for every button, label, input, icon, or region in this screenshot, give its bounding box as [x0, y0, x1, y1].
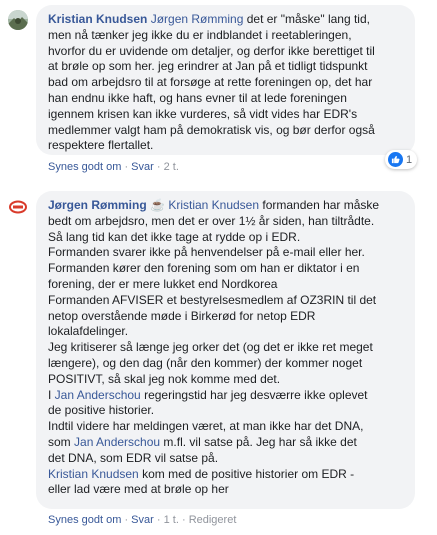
- separator: ·: [181, 514, 186, 526]
- comment-text: det er "måske" lang tid,: [243, 12, 370, 26]
- mention-link[interactable]: Kristian Knudsen: [48, 467, 139, 481]
- comment-line: eller lad være med at brøle op her: [48, 482, 229, 497]
- comment-line: bad om arbejdsro til at forsøge at rette…: [48, 75, 373, 90]
- like-link[interactable]: Synes godt om: [48, 514, 121, 526]
- comment-text: formanden har måske: [259, 198, 380, 212]
- separator: ·: [124, 161, 129, 173]
- comment-line: igennem krisen kan ikke vurderes, så vid…: [48, 106, 358, 121]
- comment-line: det DNA, som EDR vil satse på.: [48, 450, 219, 465]
- comment-line: de positive historier.: [48, 403, 155, 418]
- edited-label: Redigeret: [188, 514, 237, 526]
- comment-line: respektere flertallet.: [48, 138, 154, 153]
- comment-line: medlemmer valgt ham på demokratisk vis, …: [48, 122, 375, 137]
- coffee-emoji-icon: ☕: [150, 198, 165, 212]
- comment-line: Formanden kører den forening som om han …: [48, 261, 360, 276]
- avatar[interactable]: [8, 197, 28, 217]
- mention-link[interactable]: Kristian Knudsen: [168, 198, 259, 212]
- separator: ·: [156, 161, 161, 173]
- comment-line: POSITIVT, så skal jeg nok komme med det.: [48, 371, 281, 386]
- comment-actions: Synes godt om · Svar · 2 t.: [48, 161, 179, 173]
- author-name[interactable]: Jørgen Rømming: [48, 198, 147, 212]
- comment-text: som: [48, 434, 75, 449]
- mention-link[interactable]: Jørgen Rømming: [151, 12, 244, 26]
- reply-link[interactable]: Svar: [131, 161, 154, 173]
- timestamp[interactable]: 2 t.: [164, 161, 179, 173]
- comment-line: Jeg kritiserer så længe jeg orker det (o…: [48, 340, 373, 355]
- mention-link[interactable]: Jan Anderschou: [74, 435, 160, 449]
- comment-line: netop overstående møde i Birkerød for ne…: [48, 308, 316, 323]
- like-icon: [388, 152, 403, 167]
- comment-line: lokalafdelinger.: [48, 324, 129, 339]
- comment-bubble: Jørgen Rømming ☕ Kristian Knudsen forman…: [36, 191, 415, 509]
- comment-line: Formanden svarer ikke på henvendelser på…: [48, 245, 365, 260]
- like-link[interactable]: Synes godt om: [48, 161, 121, 173]
- reply-link[interactable]: Svar: [131, 514, 154, 526]
- comment-text: I: [48, 387, 55, 402]
- comment-line: forening, der er mere lukket end Nordkor…: [48, 276, 278, 291]
- comment-line: at brøle op som her. jeg erindrer at Jan…: [48, 59, 368, 74]
- author-name[interactable]: Kristian Knudsen: [48, 12, 147, 26]
- oz-logo-icon: [8, 197, 28, 217]
- separator: ·: [156, 514, 161, 526]
- comment-text: regeringstid har jeg desværre ikke oplev…: [140, 387, 368, 402]
- comment-actions: Synes godt om · Svar · 1 t. · Redigeret: [48, 514, 236, 526]
- comment-line: Indtil videre har meldingen været, at ma…: [48, 419, 364, 434]
- avatar[interactable]: [8, 10, 28, 30]
- comment-line: hvorfor du er uvidende om detaljer, og d…: [48, 43, 375, 58]
- comment-line: længere), og den dag (når den kommer) de…: [48, 355, 363, 370]
- comment-line: Så lang tid kan det ikke tage at rydde o…: [48, 229, 301, 244]
- comment-line: bedt om arbejdsro, men det er over 1½ år…: [48, 213, 375, 228]
- reaction-count: 1: [406, 153, 413, 166]
- comment-line: men nå tænker jeg ikke du er indblandet …: [48, 27, 352, 42]
- comment-line: Formanden AFVISER et bestyrelsesmedlem a…: [48, 292, 377, 307]
- comment-bubble: Kristian Knudsen Jørgen Rømming det er "…: [36, 5, 415, 155]
- mention-link[interactable]: Jan Anderschou: [55, 388, 141, 402]
- reaction-badge[interactable]: 1: [385, 150, 418, 169]
- comment-text: kom med de positive historier om EDR -: [138, 466, 355, 481]
- comment-text: m.fl. vil satse på. Jeg har så ikke det: [160, 434, 357, 449]
- mountain-photo-icon: [8, 10, 28, 30]
- separator: ·: [124, 514, 129, 526]
- comment-line: han endnu ikke haft, og hans evner til a…: [48, 90, 347, 105]
- timestamp[interactable]: 1 t.: [164, 514, 179, 526]
